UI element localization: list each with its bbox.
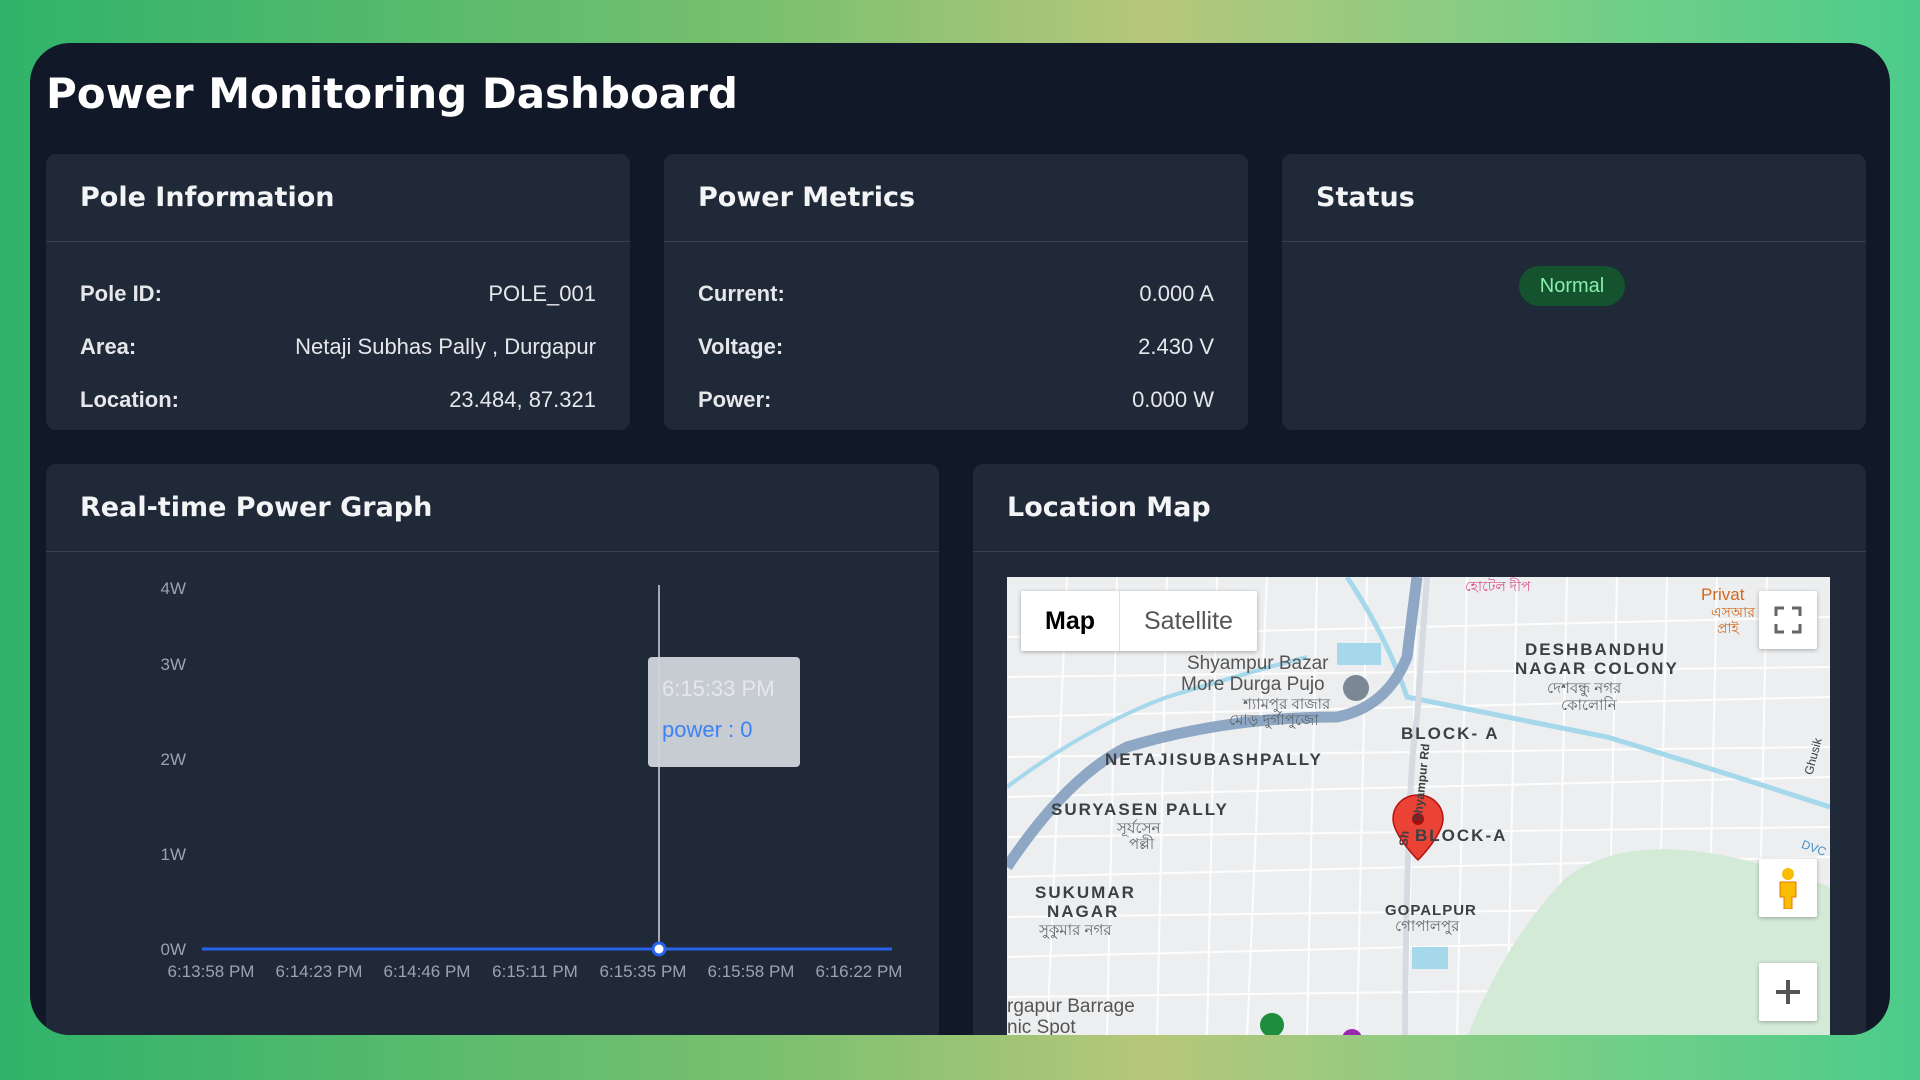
area-row: Area: Netaji Subhas Pally , Durgapur — [80, 332, 596, 362]
map-label-sukumar-bn: সুকুমার নগর — [1039, 922, 1112, 939]
pole-id-row: Pole ID: POLE_001 — [80, 279, 596, 309]
map-label-shyampur: Shyampur Bazar — [1187, 653, 1329, 674]
map-label-nagar: NAGAR — [1047, 902, 1120, 921]
power-row: Power: 0.000 W — [698, 385, 1214, 415]
x-tick-label: 6:15:35 PM — [600, 962, 687, 981]
x-tick-label: 6:15:58 PM — [708, 962, 795, 981]
power-label: Power: — [698, 387, 772, 412]
area-value: Netaji Subhas Pally , Durgapur — [295, 334, 596, 359]
voltage-row: Voltage: 2.430 V — [698, 332, 1214, 362]
zoom-in-button[interactable] — [1759, 963, 1817, 1021]
page-title: Power Monitoring Dashboard — [46, 69, 738, 118]
dashboard: Power Monitoring Dashboard Pole Informat… — [30, 43, 1890, 1035]
x-tick-label: 6:15:11 PM — [492, 962, 578, 981]
y-tick-label: 1W — [161, 845, 187, 864]
tooltip-time: 6:15:33 PM — [662, 676, 775, 701]
map-type-map-button[interactable]: Map — [1021, 591, 1120, 651]
fullscreen-icon — [1774, 606, 1802, 634]
map-type-control: Map Satellite — [1021, 591, 1257, 651]
y-tick-label: 3W — [161, 655, 187, 674]
power-metrics-header: Power Metrics — [664, 154, 1248, 242]
map-label-durga-bn: মোড় দুর্গাপুজো — [1229, 712, 1319, 729]
y-tick-label: 0W — [161, 940, 187, 959]
pole-id-value: POLE_001 — [488, 281, 596, 306]
street-view-button[interactable] — [1759, 859, 1817, 917]
power-metrics-card: Power Metrics Current: 0.000 A Voltage: … — [664, 154, 1248, 430]
current-row: Current: 0.000 A — [698, 279, 1214, 309]
x-tick-label: 6:13:58 PM — [168, 962, 255, 981]
pole-id-label: Pole ID: — [80, 281, 162, 306]
y-tick-label: 2W — [161, 750, 187, 769]
map-label-netaji: NETAJISUBASHPALLY — [1105, 750, 1323, 769]
map-label-private-bn-2: প্রাই — [1717, 620, 1739, 636]
power-chart[interactable]: 0W 1W 2W 3W 4W 6:13:58 PM 6:14:23 PM 6:14:46 P… — [46, 553, 939, 1033]
map-label-private: Privat — [1701, 585, 1745, 604]
plus-icon — [1776, 980, 1800, 1004]
map-label-road-short: Sh — [1396, 830, 1412, 847]
pole-information-header: Pole Information — [46, 154, 630, 242]
map-label-colony-bn: কোলোনি — [1561, 697, 1617, 714]
location-label: Location: — [80, 387, 179, 412]
pegman-icon — [1779, 868, 1797, 909]
map-label-nagar-colony: NAGAR COLONY — [1515, 659, 1679, 678]
current-label: Current: — [698, 281, 785, 306]
location-row: Location: 23.484, 87.321 — [80, 385, 596, 415]
current-value: 0.000 A — [1139, 281, 1214, 306]
map-label-barrage: rgapur Barrage — [1007, 996, 1135, 1017]
power-graph-card: Real-time Power Graph 0W 1W 2W 3W 4W 6:13:58… — [46, 464, 939, 1035]
y-tick-label: 4W — [161, 579, 187, 598]
map-label-deshbandhu: DESHBANDHU — [1525, 640, 1666, 659]
x-tick-label: 6:16:22 PM — [816, 962, 903, 981]
chart-tooltip: 6:15:33 PM power : 0 — [648, 657, 800, 767]
active-point[interactable] — [651, 941, 667, 957]
status-header: Status — [1282, 154, 1866, 242]
location-map-header: Location Map — [973, 464, 1866, 552]
pole-information-card: Pole Information Pole ID: POLE_001 Area:… — [46, 154, 630, 430]
status-badge: Normal — [1519, 266, 1625, 306]
area-label: Area: — [80, 334, 137, 359]
voltage-label: Voltage: — [698, 334, 784, 359]
map-label-scenic-spot: nic Spot — [1007, 1017, 1076, 1035]
tooltip-value: power : 0 — [662, 717, 753, 742]
map-label-sukumar: SUKUMAR — [1035, 883, 1136, 902]
voltage-value: 2.430 V — [1138, 334, 1214, 359]
power-value: 0.000 W — [1132, 387, 1214, 412]
map-label-block-a: BLOCK- A — [1401, 724, 1500, 743]
x-tick-label: 6:14:46 PM — [384, 962, 471, 981]
x-tick-label: 6:14:23 PM — [276, 962, 363, 981]
map-label-hotel: হোটেল দীপ — [1465, 578, 1531, 594]
map-type-satellite-button[interactable]: Satellite — [1120, 591, 1257, 651]
map-view[interactable]: Shyampur Bazar More Durga Pujo শ্যামপুর … — [1007, 577, 1830, 1035]
location-map-card: Location Map Shyampur Bazar More Durga P… — [973, 464, 1866, 1035]
fullscreen-button[interactable] — [1759, 591, 1817, 649]
map-label-block-a-2: BLOCK-A — [1415, 826, 1508, 845]
map-label-gopalpur-bn: গোপালপুর — [1395, 918, 1460, 935]
temple-icon — [1343, 675, 1369, 701]
map-label-suryasen: SURYASEN PALLY — [1051, 800, 1229, 819]
status-card: Status Normal — [1282, 154, 1866, 430]
power-graph-header: Real-time Power Graph — [46, 464, 939, 552]
location-value: 23.484, 87.321 — [449, 387, 596, 412]
map-label-pally-bn: পল্লী — [1129, 836, 1155, 853]
map-label-durga: More Durga Pujo — [1181, 674, 1325, 695]
